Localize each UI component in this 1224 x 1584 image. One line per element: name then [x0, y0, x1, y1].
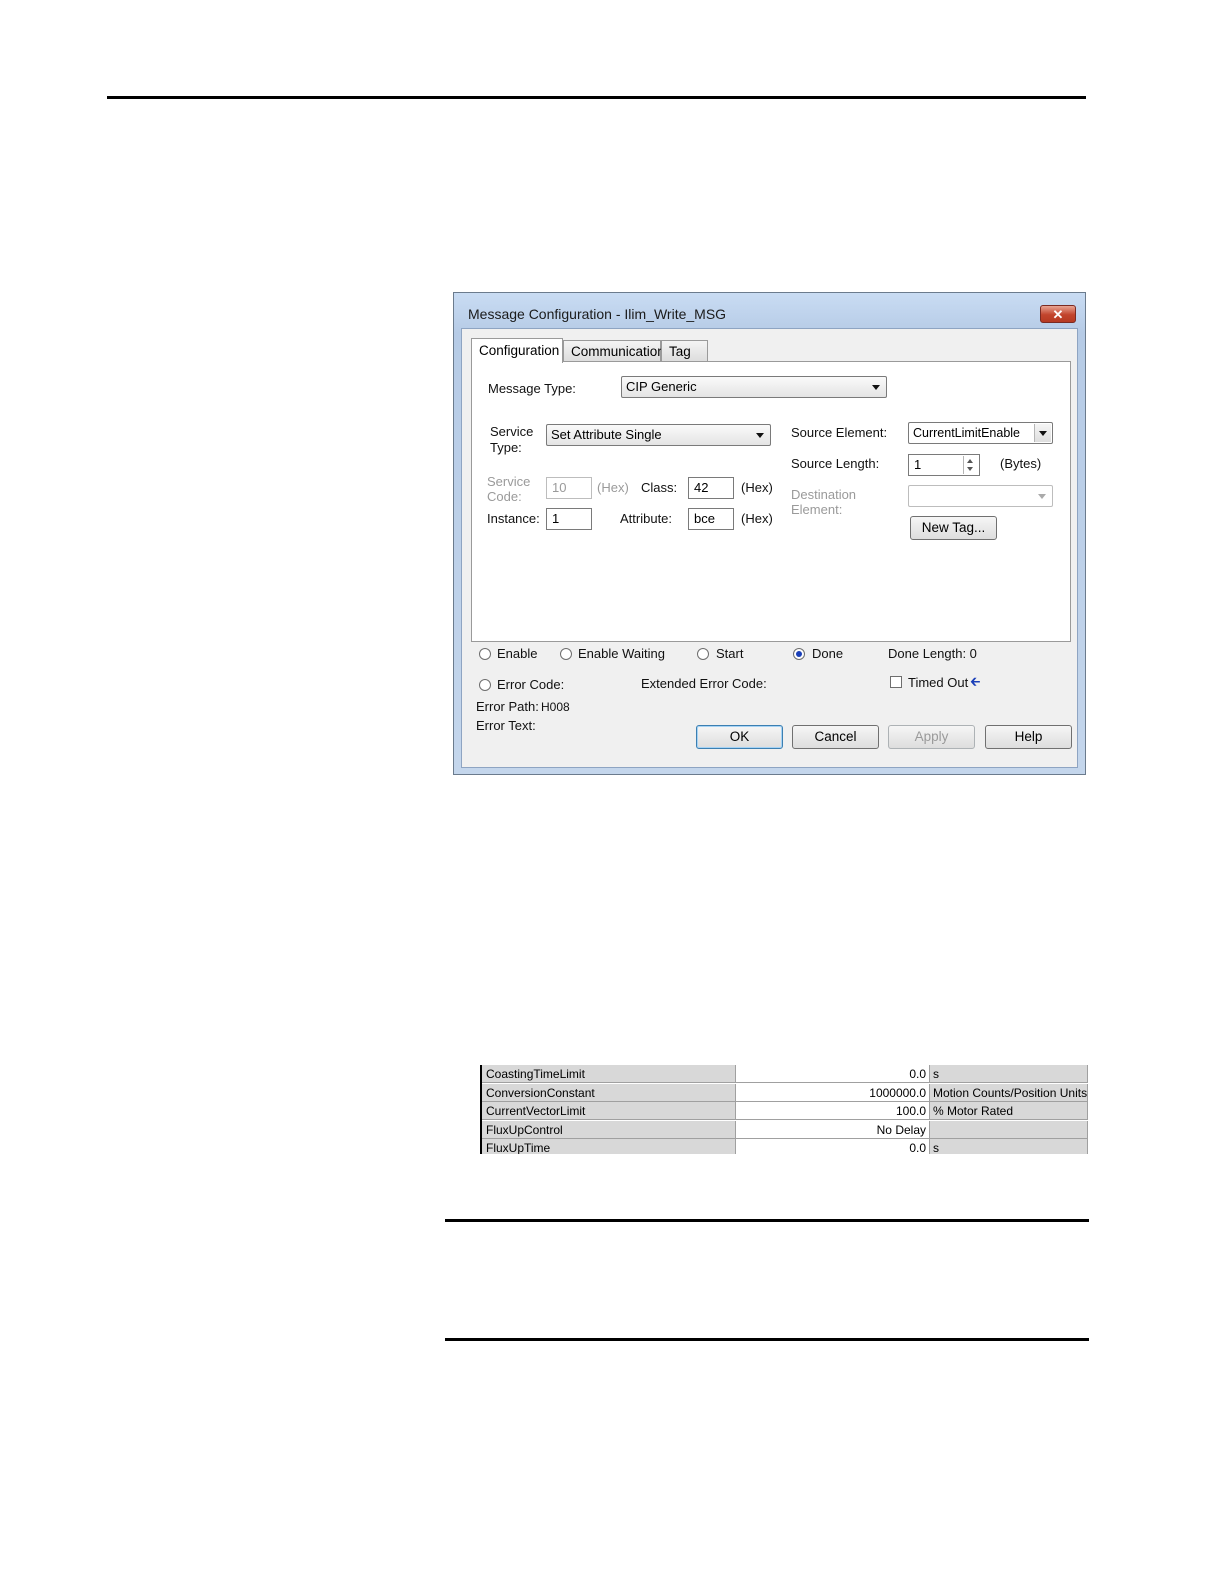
source-length-spinner[interactable] — [963, 456, 978, 474]
class-field[interactable]: 42 — [688, 477, 734, 499]
done-label: Done — [812, 646, 844, 661]
source-element-dropdown[interactable] — [1034, 424, 1051, 442]
param-name: FluxUpControl — [482, 1121, 736, 1139]
message-type-label: Message Type: — [488, 381, 576, 396]
source-element-select[interactable]: CurrentLimitEnable — [908, 422, 1053, 444]
service-code-label-1: Service — [487, 474, 531, 489]
param-unit: s — [930, 1065, 1088, 1083]
spin-down-icon — [967, 467, 973, 471]
source-element-label: Source Element: — [791, 425, 888, 440]
service-type-select[interactable]: Set Attribute Single — [546, 424, 771, 446]
close-button[interactable]: ✕ — [1040, 305, 1076, 323]
start-label: Start — [716, 646, 744, 661]
note-top-rule — [445, 1219, 1089, 1222]
tab-tag[interactable]: Tag — [661, 340, 708, 362]
param-name: CurrentVectorLimit — [482, 1102, 736, 1120]
source-length-field[interactable]: 1 — [908, 454, 980, 476]
attribute-unit: (Hex) — [741, 511, 773, 526]
param-value[interactable]: 1000000.0 — [736, 1084, 930, 1102]
attribute-label: Attribute: — [620, 511, 673, 526]
start-radio — [697, 648, 709, 660]
param-unit: Motion Counts/Position Units — [930, 1084, 1088, 1102]
class-label: Class: — [641, 480, 678, 495]
table-row[interactable]: CurrentVectorLimit 100.0 % Motor Rated — [482, 1102, 1088, 1120]
service-type-label-1: Service — [490, 424, 534, 439]
error-text-label: Error Text: — [476, 718, 536, 733]
enable-radio — [479, 648, 491, 660]
table-row[interactable]: FluxUpTime 0.0 s — [482, 1139, 1088, 1154]
dialog-title: Message Configuration - Ilim_Write_MSG — [468, 306, 727, 322]
close-icon: ✕ — [1052, 307, 1064, 322]
cancel-button[interactable]: Cancel — [792, 725, 879, 749]
timed-out-label: Timed Out — [908, 675, 969, 690]
error-code-radio — [479, 679, 491, 691]
message-type-select[interactable]: CIP Generic — [621, 376, 887, 398]
extended-error-code-label: Extended Error Code: — [641, 676, 767, 691]
destination-element-label-2: Element: — [791, 502, 843, 517]
chevron-down-icon — [756, 433, 764, 438]
enable-label: Enable — [497, 646, 538, 661]
source-length-label: Source Length: — [791, 456, 880, 471]
error-code-label: Error Code: — [497, 677, 565, 692]
param-value[interactable]: 0.0 — [736, 1139, 930, 1154]
note-bottom-rule — [445, 1338, 1089, 1341]
arrow-left-icon: 🡰 — [970, 674, 981, 689]
dialog-client-area: Configuration Communication Tag Message … — [461, 328, 1078, 768]
enable-waiting-label: Enable Waiting — [578, 646, 665, 661]
instance-field[interactable]: 1 — [546, 508, 592, 530]
param-value[interactable]: 0.0 — [736, 1065, 930, 1083]
tab-communication[interactable]: Communication — [563, 340, 665, 362]
table-row[interactable]: ConversionConstant 1000000.0 Motion Coun… — [482, 1084, 1088, 1102]
service-type-label-2: Type: — [490, 440, 522, 455]
error-path-value: H008 — [541, 700, 570, 714]
source-length-unit: (Bytes) — [1000, 456, 1042, 471]
ok-button[interactable]: OK — [696, 725, 783, 749]
param-value[interactable]: 100.0 — [736, 1102, 930, 1120]
configuration-panel: Message Type: CIP Generic Service Type: … — [471, 361, 1071, 642]
done-length: Done Length: 0 — [888, 646, 977, 661]
timed-out-checkbox[interactable] — [890, 676, 902, 688]
instance-label: Instance: — [487, 511, 540, 526]
param-value[interactable]: No Delay — [736, 1121, 930, 1139]
done-radio — [793, 648, 805, 660]
param-name: ConversionConstant — [482, 1084, 736, 1102]
chevron-down-icon — [872, 385, 880, 390]
chevron-down-icon — [1039, 431, 1047, 436]
chevron-down-icon — [1038, 494, 1046, 499]
destination-element-label-1: Destination — [791, 487, 857, 502]
source-length-value: 1 — [914, 457, 922, 472]
service-code-field: 10 — [546, 477, 592, 499]
destination-element-select — [908, 485, 1053, 507]
tab-configuration[interactable]: Configuration — [471, 338, 563, 363]
table-row[interactable]: CoastingTimeLimit 0.0 s — [482, 1065, 1088, 1083]
param-unit: s — [930, 1139, 1088, 1154]
error-path-label: Error Path: — [476, 699, 539, 714]
service-code-label-2: Code: — [487, 489, 522, 504]
param-unit: % Motor Rated — [930, 1102, 1088, 1120]
table-row[interactable]: FluxUpControl No Delay — [482, 1121, 1088, 1139]
service-type-value: Set Attribute Single — [551, 427, 662, 442]
param-unit — [930, 1121, 1088, 1139]
apply-button: Apply — [888, 725, 975, 749]
service-code-unit: (Hex) — [597, 480, 629, 495]
source-element-value: CurrentLimitEnable — [913, 426, 1020, 440]
message-type-value: CIP Generic — [626, 379, 697, 394]
parameters-table: CoastingTimeLimit 0.0 s ConversionConsta… — [480, 1065, 1088, 1154]
attribute-field[interactable]: bce — [688, 508, 734, 530]
top-rule — [107, 96, 1086, 99]
spin-up-icon — [967, 459, 973, 463]
message-configuration-dialog: Message Configuration - Ilim_Write_MSG ✕… — [453, 292, 1086, 775]
help-button[interactable]: Help — [985, 725, 1072, 749]
param-name: CoastingTimeLimit — [482, 1065, 736, 1083]
new-tag-button[interactable]: New Tag... — [910, 516, 997, 540]
enable-waiting-radio — [560, 648, 572, 660]
class-unit: (Hex) — [741, 480, 773, 495]
param-name: FluxUpTime — [482, 1139, 736, 1154]
